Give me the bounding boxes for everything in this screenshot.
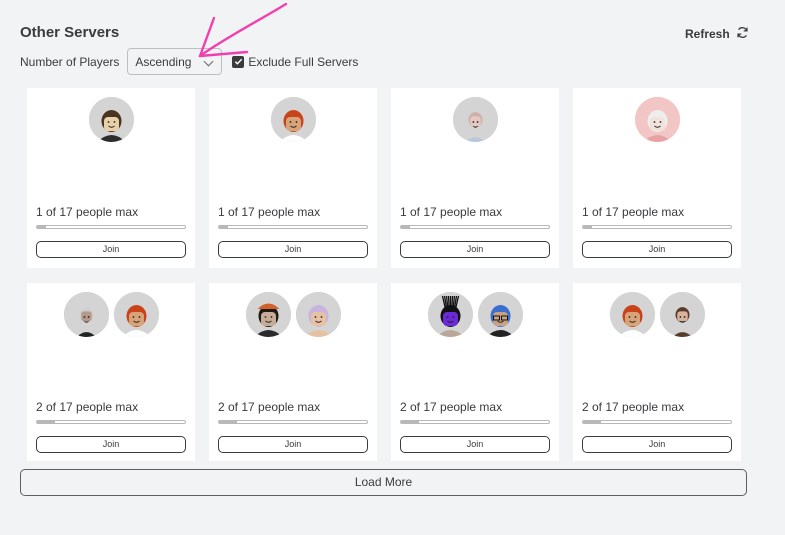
- player-avatars: [209, 97, 377, 142]
- capacity-progress-bar: [36, 225, 186, 229]
- capacity-progress-bar: [218, 225, 368, 229]
- capacity-progress-bar: [218, 420, 368, 424]
- player-avatars: [27, 292, 195, 337]
- join-button[interactable]: Join: [400, 241, 550, 258]
- capacity-progress-bar: [582, 225, 732, 229]
- capacity-progress-bar: [400, 420, 550, 424]
- server-card: 2 of 17 people max Join: [27, 283, 195, 461]
- capacity-progress-bar: [36, 420, 186, 424]
- player-count-text: 1 of 17 people max: [36, 205, 139, 219]
- player-avatars: [391, 97, 559, 142]
- player-avatar[interactable]: [659, 292, 705, 337]
- player-avatar[interactable]: [427, 292, 473, 337]
- refresh-button[interactable]: Refresh: [685, 26, 749, 42]
- capacity-progress-fill: [583, 421, 601, 423]
- capacity-progress-fill: [219, 421, 237, 423]
- player-count-text: 2 of 17 people max: [582, 400, 685, 414]
- load-more-button[interactable]: Load More: [20, 469, 747, 496]
- join-button[interactable]: Join: [218, 241, 368, 258]
- player-avatar[interactable]: [452, 97, 498, 142]
- player-avatar[interactable]: [477, 292, 523, 337]
- pink-arrow-annotation: [198, 2, 288, 58]
- capacity-progress-fill: [37, 226, 46, 228]
- sort-order-select[interactable]: Ascending: [127, 48, 223, 75]
- server-card: 1 of 17 people max Join: [27, 88, 195, 268]
- player-avatar[interactable]: [270, 97, 316, 142]
- server-grid: 1 of 17 people max Join 1 of 17 people max…: [27, 88, 741, 461]
- server-card: 1 of 17 people max Join: [391, 88, 559, 268]
- server-card: 2 of 17 people max Join: [573, 283, 741, 461]
- exclude-full-servers-toggle[interactable]: Exclude Full Servers: [232, 55, 358, 69]
- player-avatar[interactable]: [245, 292, 291, 337]
- player-count-text: 1 of 17 people max: [400, 205, 503, 219]
- join-button[interactable]: Join: [400, 436, 550, 453]
- capacity-progress-fill: [401, 226, 410, 228]
- player-count-text: 2 of 17 people max: [400, 400, 503, 414]
- server-card: 2 of 17 people max Join: [391, 283, 559, 461]
- server-card: 2 of 17 people max Join: [209, 283, 377, 461]
- player-avatar[interactable]: [113, 292, 159, 337]
- filter-row: Number of Players Ascending Exclude Full…: [20, 48, 358, 75]
- join-button[interactable]: Join: [36, 436, 186, 453]
- refresh-icon: [736, 26, 749, 42]
- player-count-text: 2 of 17 people max: [218, 400, 321, 414]
- player-avatars: [573, 292, 741, 337]
- player-avatars: [573, 97, 741, 142]
- server-card: 1 of 17 people max Join: [573, 88, 741, 268]
- refresh-label: Refresh: [685, 27, 730, 41]
- player-avatar[interactable]: [634, 97, 680, 142]
- sort-order-value: Ascending: [135, 54, 192, 69]
- player-avatar[interactable]: [609, 292, 655, 337]
- capacity-progress-fill: [219, 226, 228, 228]
- capacity-progress-bar: [582, 420, 732, 424]
- server-card: 1 of 17 people max Join: [209, 88, 377, 268]
- player-avatar[interactable]: [88, 97, 134, 142]
- join-button[interactable]: Join: [582, 436, 732, 453]
- player-avatars: [391, 292, 559, 337]
- capacity-progress-fill: [583, 226, 592, 228]
- sort-label: Number of Players: [20, 54, 120, 69]
- player-count-text: 2 of 17 people max: [36, 400, 139, 414]
- chevron-down-icon: [203, 56, 214, 67]
- capacity-progress-fill: [401, 421, 419, 423]
- page-title: Other Servers: [20, 24, 120, 41]
- player-avatar[interactable]: [295, 292, 341, 337]
- capacity-progress-fill: [37, 421, 55, 423]
- player-count-text: 1 of 17 people max: [218, 205, 321, 219]
- capacity-progress-bar: [400, 225, 550, 229]
- player-avatar[interactable]: [63, 292, 109, 337]
- exclude-full-servers-label: Exclude Full Servers: [248, 54, 359, 69]
- checkbox-checked-icon[interactable]: [232, 55, 245, 68]
- player-avatars: [27, 97, 195, 142]
- player-avatars: [209, 292, 377, 337]
- join-button[interactable]: Join: [582, 241, 732, 258]
- player-count-text: 1 of 17 people max: [582, 205, 685, 219]
- join-button[interactable]: Join: [36, 241, 186, 258]
- join-button[interactable]: Join: [218, 436, 368, 453]
